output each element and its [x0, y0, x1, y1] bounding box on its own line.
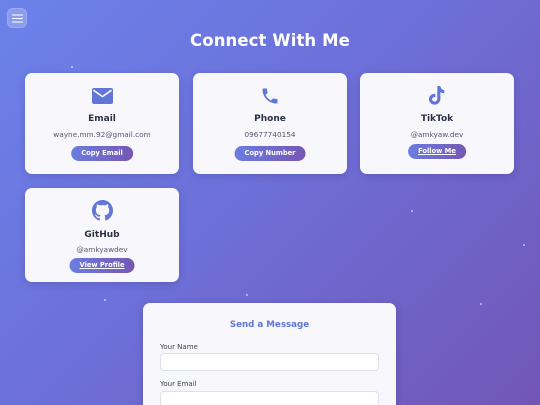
phone-icon	[193, 85, 347, 107]
email-icon	[25, 85, 179, 107]
email-field-label: Your Email	[160, 380, 197, 388]
name-input[interactable]	[160, 353, 379, 371]
copy-email-button[interactable]: Copy Email	[71, 146, 133, 161]
github-card-title: GitHub	[84, 230, 120, 240]
name-field-label: Your Name	[160, 343, 198, 351]
email-address: wayne.mm.92@gmail.com	[53, 130, 151, 139]
background-speck	[480, 303, 482, 305]
background-speck	[71, 66, 73, 68]
tiktok-card: TikTok @amkyaw.dev Follow Me	[360, 73, 514, 174]
github-card: GitHub @amkyawdev View Profile	[25, 188, 179, 282]
github-handle: @amkyawdev	[76, 245, 128, 254]
follow-me-button[interactable]: Follow Me	[408, 144, 466, 159]
menu-button[interactable]	[7, 8, 27, 28]
tiktok-handle: @amkyaw.dev	[410, 130, 464, 139]
phone-card-title: Phone	[254, 114, 286, 124]
background-speck	[411, 210, 413, 212]
form-title: Send a Message	[229, 320, 310, 330]
email-card: Email wayne.mm.92@gmail.com Copy Email	[25, 73, 179, 174]
contact-form: Send a Message Your Name Your Email	[143, 303, 396, 405]
hamburger-menu-icon	[11, 14, 23, 22]
background-speck	[523, 244, 525, 246]
phone-number: 09677740154	[244, 130, 296, 139]
github-icon	[25, 199, 179, 221]
background-speck	[246, 294, 248, 296]
tiktok-card-title: TikTok	[420, 114, 454, 124]
email-input[interactable]	[160, 391, 379, 405]
tiktok-icon	[360, 85, 514, 107]
email-card-title: Email	[88, 114, 116, 124]
page-title: Connect With Me	[190, 31, 350, 50]
copy-number-button[interactable]: Copy Number	[234, 146, 306, 161]
background-speck	[104, 299, 106, 301]
phone-card: Phone 09677740154 Copy Number	[193, 73, 347, 174]
view-profile-button[interactable]: View Profile	[69, 258, 135, 273]
